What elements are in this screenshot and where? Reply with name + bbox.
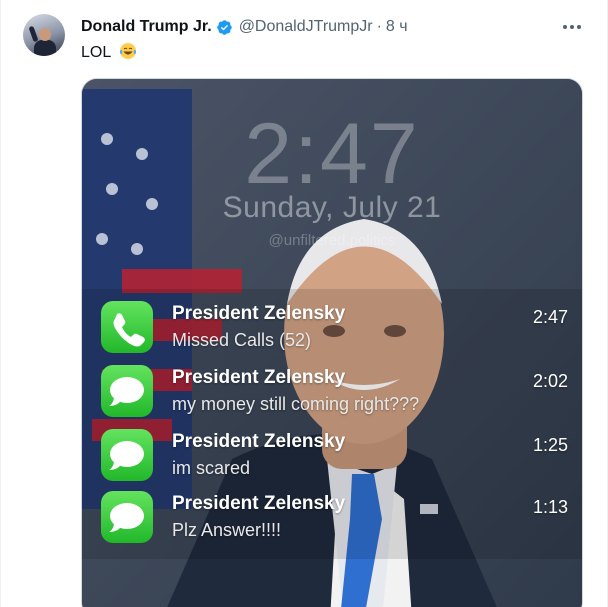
notification-time: 2:02 [532, 371, 568, 391]
tweet-image[interactable]: 2:47 Sunday, July 21 @unfiltered.politic… [81, 78, 583, 607]
notification-body: Plz Answer!!!! [172, 520, 282, 540]
separator-dot: · [376, 18, 382, 35]
notification-title: President Zelensky [172, 303, 346, 324]
avatar[interactable] [23, 14, 65, 56]
avatar-body [34, 40, 56, 56]
verified-badge-icon [216, 19, 232, 35]
notification-message[interactable]: President Zelensky my money still coming… [94, 359, 582, 419]
notification-body: my money still coming right??? [172, 394, 420, 414]
face-with-tears-of-joy-icon [119, 43, 137, 59]
watermark: @unfiltered.politics [268, 232, 396, 249]
avatar-arm [28, 25, 39, 43]
notification-body: im scared [172, 458, 251, 478]
notification-message[interactable]: President Zelensky Plz Answer!!!! 1:13 [94, 485, 582, 545]
notification-time: 1:25 [532, 435, 568, 455]
messages-app-icon [101, 429, 153, 481]
tweet-time[interactable]: 8 ч [386, 18, 408, 36]
tweet[interactable]: Donald Trump Jr. @DonaldJTrumpJr · 8 ч L… [0, 0, 608, 607]
messages-app-icon [101, 491, 153, 543]
notification-body: Missed Calls (52) [172, 330, 312, 350]
avatar-head [39, 28, 51, 41]
tweet-text-content: LOL [81, 44, 111, 61]
tweet-header: Donald Trump Jr. @DonaldJTrumpJr · 8 ч [81, 16, 408, 38]
notification-time: 2:47 [532, 307, 568, 327]
notification-message[interactable]: President Zelensky im scared 1:25 [94, 423, 582, 483]
messages-app-icon [101, 365, 153, 417]
lock-screen-time: 2:47 [244, 106, 420, 202]
more-options-icon[interactable] [561, 16, 583, 38]
author-name[interactable]: Donald Trump Jr. [81, 18, 212, 36]
notification-title: President Zelensky [172, 493, 346, 514]
lock-screen-date: Sunday, July 21 [222, 191, 442, 224]
notification-title: President Zelensky [172, 431, 346, 452]
author-handle[interactable]: @DonaldJTrumpJr [239, 18, 373, 36]
notification-time: 1:13 [532, 497, 568, 517]
notification-title: President Zelensky [172, 367, 346, 388]
notification-missed-call[interactable]: President Zelensky Missed Calls (52) 2:4… [94, 295, 582, 355]
tweet-text: LOL [81, 42, 137, 62]
phone-app-icon [101, 301, 153, 353]
